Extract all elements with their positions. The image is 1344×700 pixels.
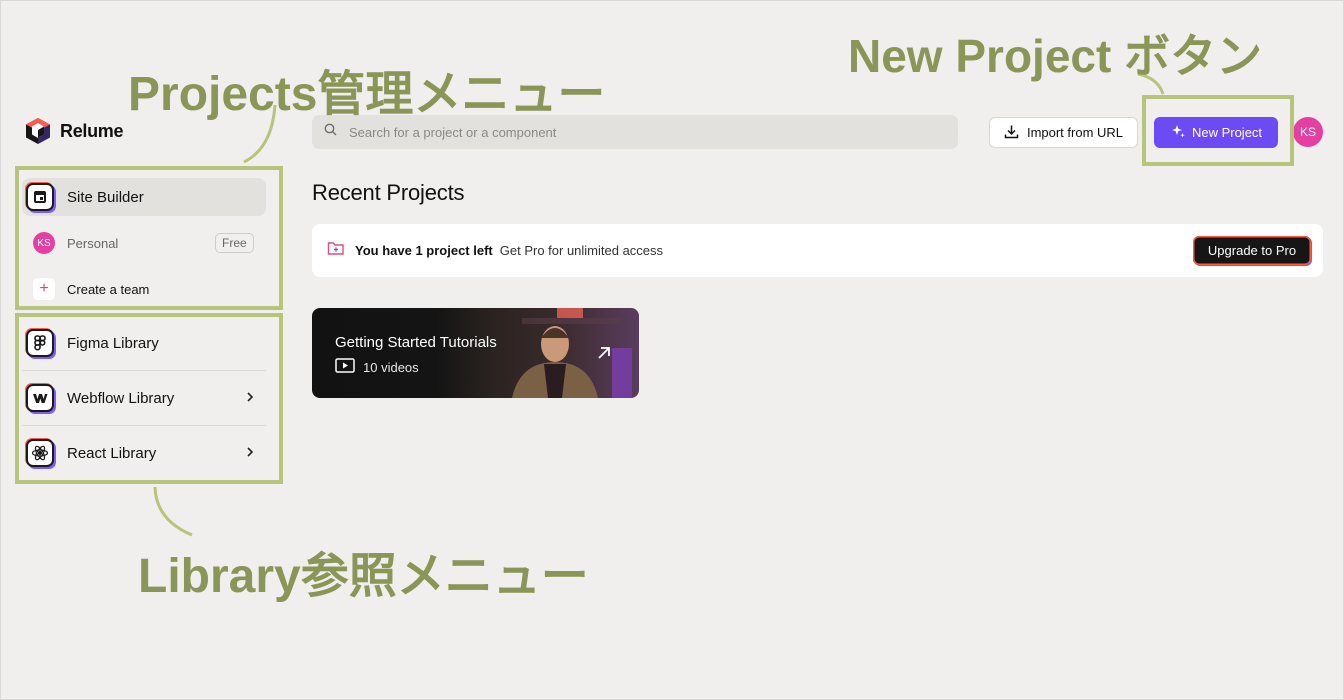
annotation-library-menu: Library参照メニュー (138, 550, 589, 603)
annotation-projects-menu: Projects管理メニュー (128, 68, 606, 121)
app-name: Relume (60, 120, 124, 141)
page-title: Recent Projects (312, 180, 465, 205)
projects-menu-highlight (15, 166, 283, 310)
tutorial-card[interactable]: Getting Started Tutorials 10 videos (312, 308, 639, 398)
search-input[interactable] (347, 123, 931, 141)
tutorial-thumbnail (512, 308, 632, 398)
folder-plus-icon (327, 240, 345, 261)
relume-logo-icon (26, 118, 50, 144)
upgrade-banner: You have 1 project left Get Pro for unli… (312, 224, 1323, 277)
banner-text: Get Pro for unlimited access (499, 243, 664, 258)
annotation-new-project-button: New Project ボタン (848, 30, 1263, 82)
play-icon (335, 358, 355, 376)
banner-headline: You have 1 project left (355, 243, 493, 258)
upgrade-button[interactable]: Upgrade to Pro (1193, 236, 1311, 265)
new-project-highlight (1142, 95, 1294, 166)
import-from-url-button[interactable]: Import from URL (989, 117, 1138, 148)
arrow-up-right-icon (596, 345, 612, 366)
tutorial-title: Getting Started Tutorials (335, 334, 497, 351)
import-label: Import from URL (1026, 125, 1124, 140)
tutorial-subtitle: 10 videos (335, 358, 419, 376)
relume-logo[interactable]: Relume (24, 117, 124, 145)
library-menu-highlight (15, 313, 283, 484)
download-icon (1004, 124, 1019, 142)
user-avatar[interactable]: KS (1293, 117, 1323, 147)
search-icon (324, 123, 337, 141)
video-count: 10 videos (363, 359, 419, 375)
